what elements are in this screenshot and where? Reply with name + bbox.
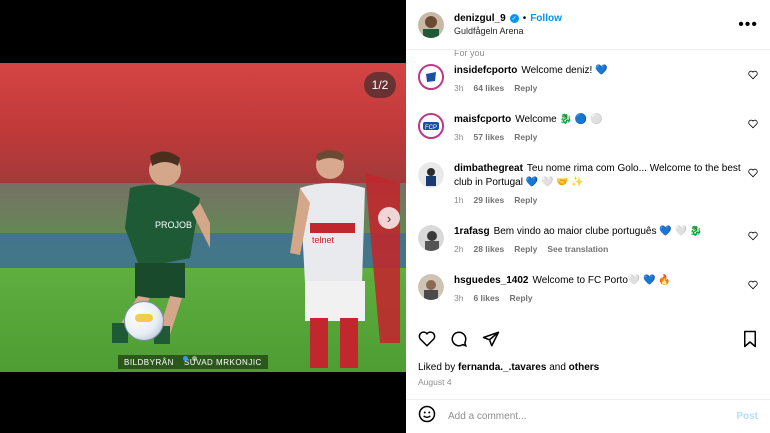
like-comment-heart-icon[interactable] [744, 162, 758, 207]
post-sidebar: denizgul_9 ✓ • Follow Guldfågeln Arena •… [406, 0, 770, 433]
comment-item: insidefcporto Welcome deniz! 💙 3h 64 likes… [418, 64, 758, 95]
comment-bubble-icon[interactable] [450, 330, 468, 353]
like-comment-heart-icon[interactable] [744, 113, 758, 144]
post-actions [418, 327, 758, 355]
like-comment-heart-icon[interactable] [744, 274, 758, 305]
emoji-picker-icon[interactable] [418, 405, 436, 428]
author-username[interactable]: denizgul_9 [454, 13, 506, 24]
comment-item: FCP maisfcporto Welcome 🐉 🔵 ⚪ 3h 57 likes R… [418, 113, 758, 144]
carousel-dot [192, 356, 197, 361]
reply-button[interactable]: Reply [509, 291, 532, 305]
comment-avatar[interactable]: FCP [418, 113, 444, 139]
comment-username[interactable]: maisfcporto [454, 114, 511, 125]
comment-likes[interactable]: 6 likes [473, 291, 499, 305]
comment-likes[interactable]: 29 likes [473, 193, 504, 207]
svg-text:PROJOB: PROJOB [155, 220, 192, 230]
comments-filter-label[interactable]: For you [454, 50, 485, 58]
comment-text: Welcome to FC Porto🤍 💙 🔥 [532, 275, 671, 286]
separator-dot: • [522, 13, 527, 24]
comment-item: dimbathegreat Teu nome rima com Golo... W… [418, 162, 758, 207]
post-photo[interactable]: PROJOB telnet [0, 63, 406, 372]
save-bookmark-icon[interactable] [742, 330, 758, 353]
comment-time: 1h [454, 195, 464, 205]
likes-summary: Liked by fernanda._.tavares and others [418, 362, 599, 373]
post-header: denizgul_9 ✓ • Follow Guldfågeln Arena •… [406, 0, 770, 50]
svg-text:telnet: telnet [312, 235, 335, 245]
reply-button[interactable]: Reply [514, 193, 537, 207]
liked-by-user[interactable]: fernanda._.tavares [458, 362, 546, 373]
comment-time: 3h [454, 132, 464, 142]
post-comment-button[interactable]: Post [736, 411, 758, 422]
likes-others-link[interactable]: others [569, 362, 600, 373]
comment-item: hsguedes_1402 Welcome to FC Porto🤍 💙 🔥 3h… [418, 274, 758, 305]
post-location[interactable]: Guldfågeln Arena [454, 26, 738, 36]
comment-likes[interactable]: 28 likes [473, 242, 504, 256]
share-send-icon[interactable] [482, 330, 500, 353]
comment-time: 3h [454, 293, 464, 303]
comment-username[interactable]: 1rafasg [454, 226, 490, 237]
see-translation-link[interactable]: See translation [547, 242, 608, 256]
comment-likes[interactable]: 64 likes [473, 81, 504, 95]
comment-username[interactable]: insidefcporto [454, 65, 517, 76]
comment-text: Welcome deniz! 💙 [521, 65, 608, 76]
comment-time: 2h [454, 244, 464, 254]
author-avatar[interactable] [418, 11, 444, 38]
comment-text: Welcome 🐉 🔵 ⚪ [515, 114, 603, 125]
comment-username[interactable]: hsguedes_1402 [454, 275, 529, 286]
verified-badge-icon: ✓ [509, 14, 519, 23]
comment-username[interactable]: dimbathegreat [454, 163, 523, 174]
comment-likes[interactable]: 57 likes [473, 130, 504, 144]
likes-and: and [549, 362, 566, 373]
follow-button[interactable]: Follow [530, 13, 562, 24]
carousel-dot-active [183, 356, 188, 361]
chevron-right-icon: › [386, 210, 392, 226]
like-heart-icon[interactable] [418, 330, 436, 353]
carousel-dots [183, 356, 197, 361]
comment-text: Bem vindo ao maior clube português 💙 🤍 🐉 [493, 226, 703, 237]
comment-time: 3h [454, 83, 464, 93]
image-counter: 1/2 [364, 72, 396, 98]
reply-button[interactable]: Reply [514, 130, 537, 144]
comment-avatar[interactable] [418, 274, 444, 300]
post-modal: PROJOB telnet 1/2 › BILDBYRÅN SUVAD MRKO… [0, 0, 770, 433]
like-comment-heart-icon[interactable] [744, 64, 758, 95]
player-red-kit: telnet [290, 150, 400, 368]
comment-avatar[interactable] [418, 64, 444, 90]
next-image-button[interactable]: › [378, 207, 400, 229]
comment-item: 1rafasg Bem vindo ao maior clube portuguê… [418, 225, 758, 256]
football [124, 301, 164, 341]
svg-text:FCP: FCP [425, 125, 437, 131]
add-comment-bar: Add a comment... Post [406, 399, 770, 433]
watermark-agency: BILDBYRÅN [124, 357, 174, 367]
comment-avatar[interactable] [418, 225, 444, 251]
likes-prefix: Liked by [418, 362, 456, 373]
like-comment-heart-icon[interactable] [744, 225, 758, 256]
more-options-icon[interactable]: ••• [738, 16, 758, 34]
media-panel: PROJOB telnet 1/2 › BILDBYRÅN SUVAD MRKO… [0, 0, 406, 433]
add-comment-input[interactable]: Add a comment... [448, 411, 736, 422]
comment-avatar[interactable] [418, 162, 444, 188]
reply-button[interactable]: Reply [514, 242, 537, 256]
post-date[interactable]: August 4 [418, 377, 452, 387]
reply-button[interactable]: Reply [514, 81, 537, 95]
comments-list[interactable]: For you insidefcporto Welcome deniz! 💙 3h… [406, 50, 770, 320]
